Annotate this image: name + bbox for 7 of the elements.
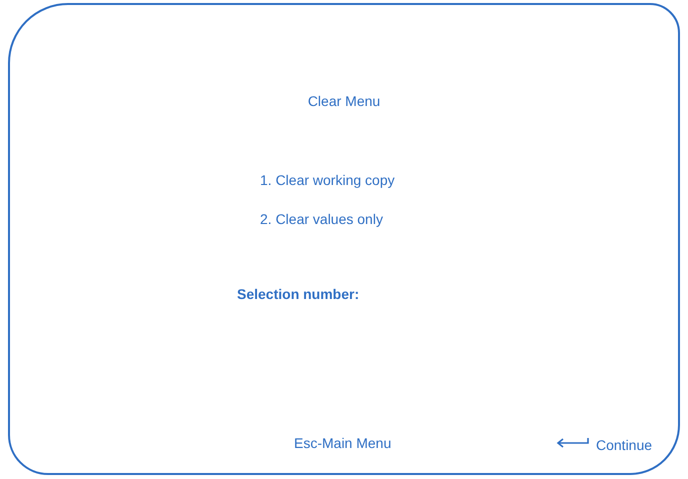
return-arrow-icon (556, 436, 590, 448)
menu-title: Clear Menu (308, 92, 380, 111)
menu-option[interactable]: 2. Clear values only (260, 209, 395, 230)
continue-hint: Continue (596, 436, 652, 455)
selection-prompt: Selection number: (237, 286, 360, 302)
menu-option[interactable]: 1. Clear working copy (260, 170, 395, 191)
escape-hint: Esc-Main Menu (294, 435, 392, 451)
